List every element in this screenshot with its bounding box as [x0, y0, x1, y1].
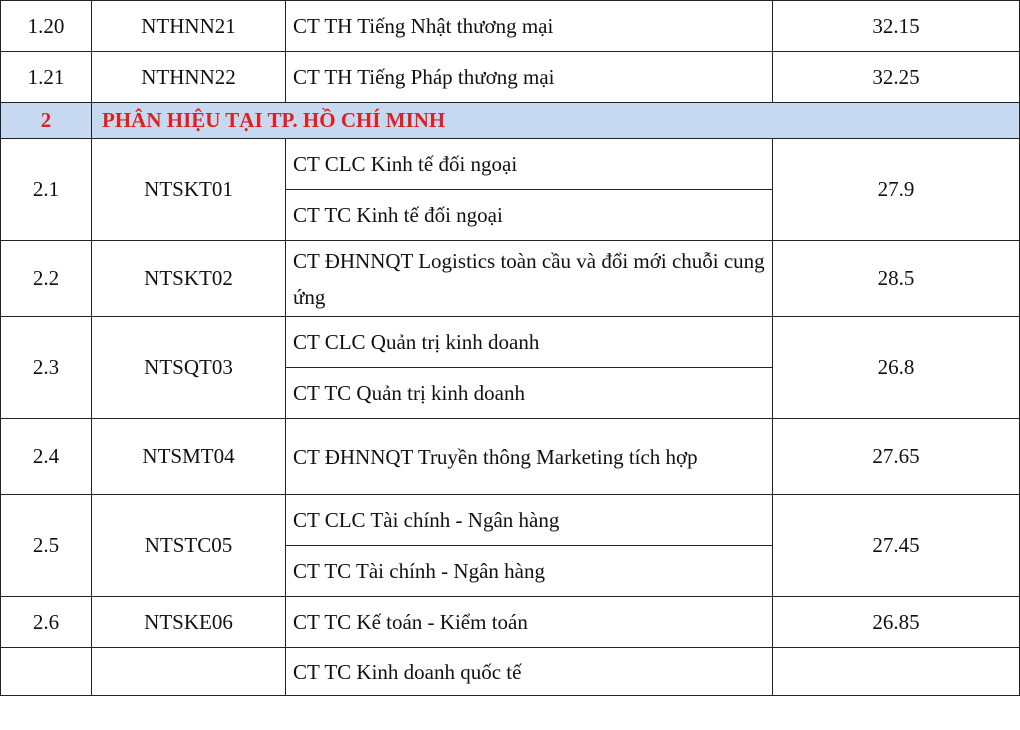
admission-score: 27.45: [772, 494, 1020, 597]
section-number: 2: [0, 102, 92, 139]
table-row: 2.1 NTSKT01 CT CLC Kinh tế đối ngoại 27.…: [0, 138, 1020, 241]
row-number: 2.2: [0, 240, 92, 317]
admission-score-table: 1.20 NTHNN21 CT TH Tiếng Nhật thương mại…: [0, 0, 1020, 696]
row-number: 2.1: [0, 138, 92, 241]
program-code: NTSMT04: [91, 418, 286, 495]
row-number: 2.6: [0, 596, 92, 648]
row-number: 2.4: [0, 418, 92, 495]
program-code: NTSKE06: [91, 596, 286, 648]
program-code: NTSKT02: [91, 240, 286, 317]
program-code: NTSKT01: [91, 138, 286, 241]
row-number: 2.3: [0, 316, 92, 419]
program-code: NTSTC05: [91, 494, 286, 597]
program-name: CT TH Tiếng Pháp thương mại: [285, 51, 773, 103]
table-row: 2.4 NTSMT04 CT ĐHNNQT Truyền thông Marke…: [0, 418, 1020, 495]
program-name: CT TC Kế toán - Kiểm toán: [285, 596, 773, 648]
admission-score: 26.85: [772, 596, 1020, 648]
table-row: 1.21 NTHNN22 CT TH Tiếng Pháp thương mại…: [0, 51, 1020, 103]
row-number: 2.5: [0, 494, 92, 597]
program-name: CT CLC Tài chính - Ngân hàng: [285, 494, 773, 546]
program-code: [91, 647, 286, 696]
admission-score: 26.8: [772, 316, 1020, 419]
table-row: 2.3 NTSQT03 CT CLC Quản trị kinh doanh 2…: [0, 316, 1020, 419]
program-code: NTHNN21: [91, 0, 286, 52]
program-name: CT ĐHNNQT Logistics toàn cầu và đổi mới …: [285, 240, 773, 317]
program-name: CT TC Quản trị kinh doanh: [285, 367, 773, 419]
admission-score: 28.5: [772, 240, 1020, 317]
table-row: CT TC Kinh doanh quốc tế: [0, 647, 1020, 696]
program-code: NTSQT03: [91, 316, 286, 419]
table-row: 2.6 NTSKE06 CT TC Kế toán - Kiểm toán 26…: [0, 596, 1020, 648]
program-name: CT CLC Kinh tế đối ngoại: [285, 138, 773, 190]
row-number: 1.20: [0, 0, 92, 52]
table-row: 2.2 NTSKT02 CT ĐHNNQT Logistics toàn cầu…: [0, 240, 1020, 317]
table-row: 2.5 NTSTC05 CT CLC Tài chính - Ngân hàng…: [0, 494, 1020, 597]
table-row: 1.20 NTHNN21 CT TH Tiếng Nhật thương mại…: [0, 0, 1020, 52]
section-title: PHÂN HIỆU TẠI TP. HỒ CHÍ MINH: [91, 102, 1020, 139]
admission-score: 27.9: [772, 138, 1020, 241]
program-name: CT TC Tài chính - Ngân hàng: [285, 545, 773, 597]
program-name: CT TC Kinh tế đối ngoại: [285, 189, 773, 241]
section-header-row: 2 PHÂN HIỆU TẠI TP. HỒ CHÍ MINH: [0, 102, 1020, 139]
row-number: 1.21: [0, 51, 92, 103]
program-code: NTHNN22: [91, 51, 286, 103]
row-number: [0, 647, 92, 696]
program-name: CT ĐHNNQT Truyền thông Marketing tích hợ…: [285, 418, 773, 495]
admission-score: 27.65: [772, 418, 1020, 495]
admission-score: [772, 647, 1020, 696]
program-name: CT TC Kinh doanh quốc tế: [285, 647, 773, 696]
admission-score: 32.25: [772, 51, 1020, 103]
program-name: CT CLC Quản trị kinh doanh: [285, 316, 773, 368]
admission-score: 32.15: [772, 0, 1020, 52]
program-name: CT TH Tiếng Nhật thương mại: [285, 0, 773, 52]
